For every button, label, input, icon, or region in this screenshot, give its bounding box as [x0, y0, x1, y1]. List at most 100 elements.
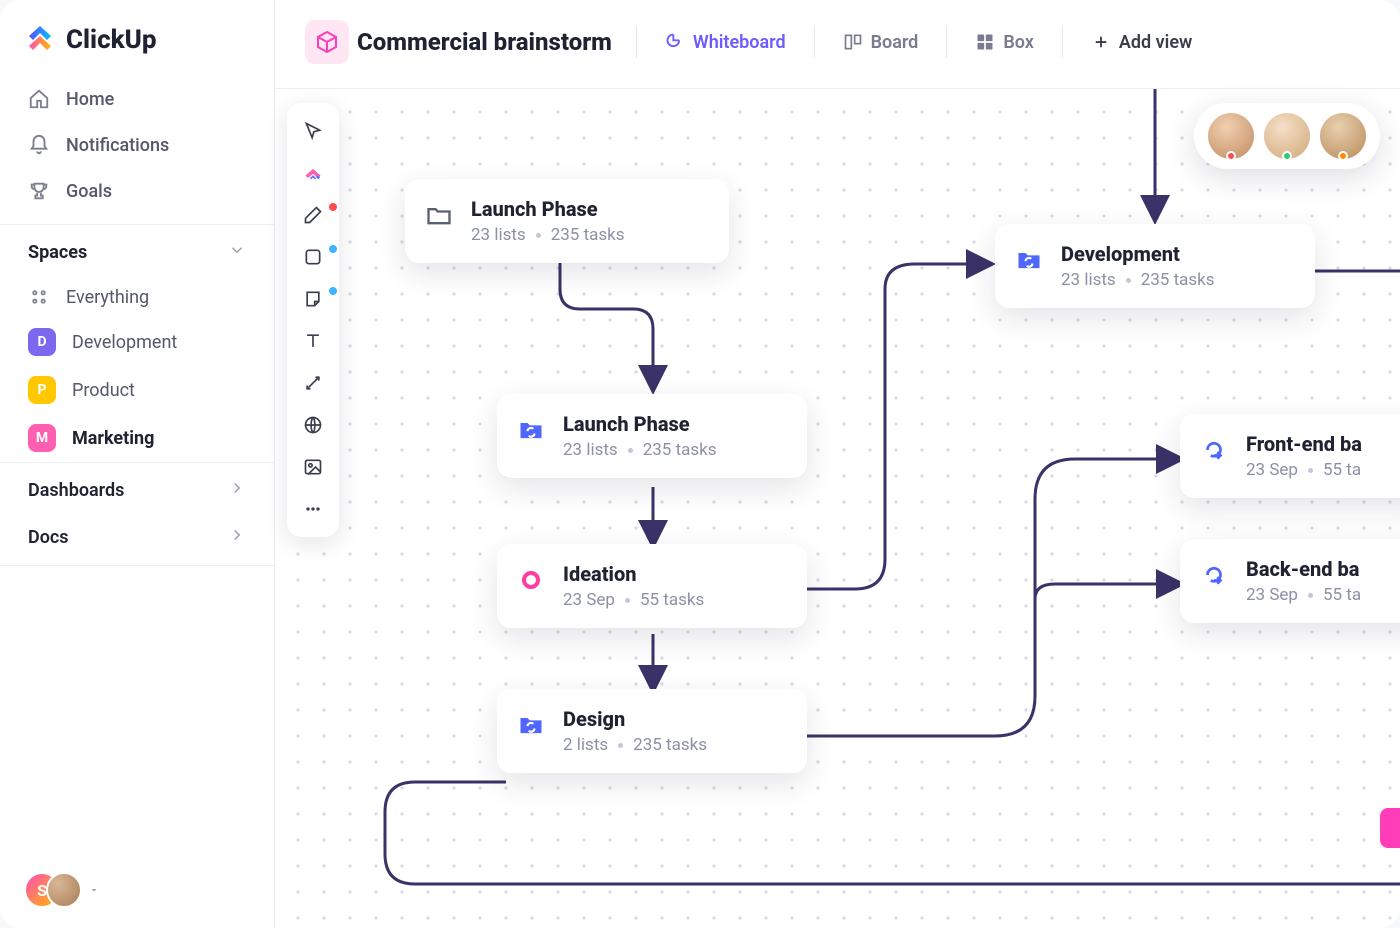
primary-nav: Home Notifications Goals — [0, 76, 274, 214]
collaborator-avatar[interactable] — [1320, 113, 1366, 159]
user-menu[interactable]: S — [0, 852, 274, 928]
nav-notifications-label: Notifications — [66, 135, 169, 156]
tab-label: Board — [871, 32, 919, 53]
tool-connector[interactable] — [295, 365, 331, 401]
space-badge: M — [28, 424, 56, 452]
sidebar-item-everything[interactable]: Everything — [0, 276, 274, 318]
sync-folder-icon — [515, 709, 547, 741]
color-dot-blue — [329, 287, 337, 295]
whiteboard-icon — [665, 32, 685, 52]
status-dot — [1282, 151, 1292, 161]
color-dot-blue — [329, 245, 337, 253]
tool-shape[interactable] — [295, 239, 331, 275]
loop-arrow-icon — [1198, 434, 1230, 466]
caret-down-icon — [88, 881, 100, 900]
space-label: Marketing — [72, 428, 154, 449]
divider — [814, 26, 815, 58]
divider — [946, 26, 947, 58]
card-backend[interactable]: Back-end ba 23 Sep55 ta — [1180, 539, 1400, 623]
card-launch-phase[interactable]: Launch Phase 23 lists235 tasks — [405, 179, 729, 263]
space-label: Product — [72, 380, 135, 401]
card-launch-phase-2[interactable]: Launch Phase 23 lists235 tasks — [497, 394, 807, 478]
nav-home-label: Home — [66, 89, 114, 110]
card-subtitle: 2 lists235 tasks — [563, 735, 707, 755]
sidebar-dashboards[interactable]: Dashboards — [0, 462, 274, 518]
collaborator-avatar[interactable] — [1264, 113, 1310, 159]
space-badge: D — [28, 328, 56, 356]
chevron-down-icon — [228, 241, 246, 264]
card-title: Back-end ba — [1246, 557, 1361, 581]
sidebar-item-development[interactable]: D Development — [0, 318, 274, 366]
card-development[interactable]: Development 23 lists235 tasks — [995, 224, 1315, 308]
dashboards-label: Dashboards — [28, 480, 124, 501]
folder-icon — [423, 199, 455, 231]
card-title: Development — [1061, 242, 1215, 266]
color-dot-red — [329, 203, 337, 211]
sidebar-docs[interactable]: Docs — [0, 518, 274, 565]
whiteboard-canvas[interactable]: Launch Phase 23 lists235 tasks Launch Ph… — [275, 88, 1400, 928]
circle-icon — [515, 564, 547, 596]
plus-icon — [1091, 32, 1111, 52]
box-icon — [975, 32, 995, 52]
sidebar-item-product[interactable]: P Product — [0, 366, 274, 414]
everything-label: Everything — [66, 287, 149, 308]
page-title: Commercial brainstorm — [357, 28, 612, 56]
add-view-button[interactable]: Add view — [1079, 24, 1204, 61]
home-icon — [28, 88, 50, 110]
collaborator-avatar[interactable] — [1208, 113, 1254, 159]
spaces-header[interactable]: Spaces — [0, 224, 274, 276]
divider — [1062, 26, 1063, 58]
spaces-header-label: Spaces — [28, 242, 87, 263]
tool-sticky[interactable] — [295, 281, 331, 317]
nav-goals-label: Goals — [66, 181, 112, 202]
tab-box[interactable]: Box — [963, 24, 1046, 61]
tool-text[interactable] — [295, 323, 331, 359]
card-subtitle: 23 lists235 tasks — [563, 440, 717, 460]
card-frontend[interactable]: Front-end ba 23 Sep55 ta — [1180, 414, 1400, 498]
tool-select[interactable] — [295, 113, 331, 149]
sync-folder-icon — [1013, 244, 1045, 276]
tool-pen[interactable] — [295, 197, 331, 233]
brand[interactable]: ClickUp — [0, 0, 274, 76]
docs-label: Docs — [28, 527, 69, 548]
trophy-icon — [28, 180, 50, 202]
avatar-photo — [46, 872, 82, 908]
card-title: Front-end ba — [1246, 432, 1362, 456]
status-dot — [1338, 151, 1348, 161]
nav-notifications[interactable]: Notifications — [10, 122, 264, 168]
tool-more[interactable] — [295, 491, 331, 527]
board-icon — [843, 32, 863, 52]
tab-whiteboard[interactable]: Whiteboard — [653, 24, 798, 61]
sidebar: ClickUp Home Notifications Goals Spaces … — [0, 0, 275, 928]
divider — [636, 26, 637, 58]
canvas-toolbar — [287, 103, 339, 537]
nav-home[interactable]: Home — [10, 76, 264, 122]
tab-label: Whiteboard — [693, 32, 786, 53]
collaborators[interactable] — [1194, 103, 1380, 169]
tool-web[interactable] — [295, 407, 331, 443]
card-title: Design — [563, 707, 707, 731]
card-ideation[interactable]: Ideation 23 Sep55 tasks — [497, 544, 807, 628]
sidebar-item-marketing[interactable]: M Marketing — [0, 414, 274, 462]
brand-text: ClickUp — [66, 25, 157, 55]
tool-clickup-item[interactable] — [295, 155, 331, 191]
bell-icon — [28, 134, 50, 156]
card-subtitle: 23 Sep55 ta — [1246, 585, 1361, 605]
chevron-right-icon — [228, 479, 246, 502]
card-title: Ideation — [563, 562, 704, 586]
loop-arrow-icon — [1198, 559, 1230, 591]
sync-folder-icon — [515, 414, 547, 446]
card-design[interactable]: Design 2 lists235 tasks — [497, 689, 807, 773]
space-label: Development — [72, 332, 177, 353]
tab-board[interactable]: Board — [831, 24, 931, 61]
tool-image[interactable] — [295, 449, 331, 485]
avatar-stack: S — [24, 872, 80, 908]
cube-icon — [305, 20, 349, 64]
card-title: Launch Phase — [471, 197, 625, 221]
tab-label: Box — [1003, 32, 1034, 53]
side-handle[interactable] — [1380, 808, 1400, 848]
card-subtitle: 23 Sep55 tasks — [563, 590, 704, 610]
nav-goals[interactable]: Goals — [10, 168, 264, 214]
card-title: Launch Phase — [563, 412, 717, 436]
space-badge: P — [28, 376, 56, 404]
